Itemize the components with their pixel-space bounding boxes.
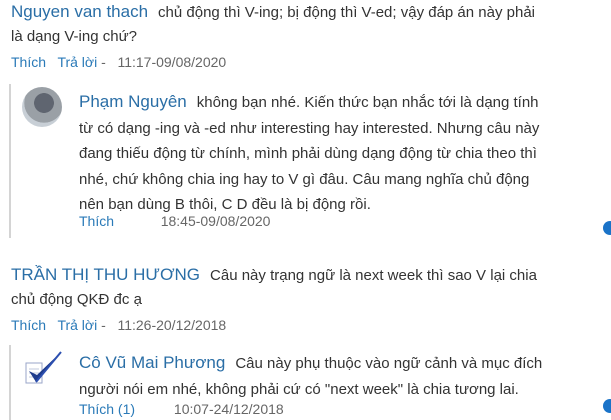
reply-button[interactable]: Trả lời [57,317,97,333]
comment-actions: Thích Trả lời - 11:17-09/08/2020 [11,54,226,70]
comment-timestamp: 11:17-09/08/2020 [117,54,227,70]
reply-text-line: không bạn nhé. Kiến thức bạn nhắc tới là… [196,94,539,111]
avatar [22,87,62,127]
reply-text-line: nhé, chứ không chia ing hay to V gì đâu.… [79,170,530,188]
reply-author[interactable]: Phạm Nguyên [79,92,187,111]
comment-text-line: Câu này trạng ngữ là next week thì sao V… [210,267,537,284]
reply-timestamp: 18:45-09/08/2020 [160,213,271,229]
reply-thread: Phạm Nguyên không bạn nhé. Kiến thức bạn … [9,84,571,238]
reply-text-line: người nói em nhé, không phải cứ có "next… [79,380,519,398]
reply-text: Phạm Nguyên không bạn nhé. Kiến thức bạn … [79,89,579,218]
checkmark-icon [23,347,67,391]
like-button[interactable]: Thích [11,54,46,70]
reply-text-line: Câu này phụ thuộc vào ngữ cảnh và mục đí… [235,355,543,372]
like-button[interactable]: Thích [79,213,114,229]
reply-button[interactable]: Trả lời [57,54,97,70]
like-button[interactable]: Thích (1) [79,401,135,417]
reply-text-line: đang thiếu động từ chính, mình phải dùng… [79,145,537,162]
reply-timestamp: 10:07-24/12/2018 [173,401,284,417]
reply-actions: Thích 18:45-09/08/2020 [79,213,270,229]
scroll-marker-icon[interactable] [603,399,611,413]
reply-author[interactable]: Cô Vũ Mai Phương [79,353,225,372]
comment-text-line: chủ động QKĐ đc ạ [11,290,142,308]
reply-text: Cô Vũ Mai Phương Câu này phụ thuộc vào ng… [79,350,579,402]
comment-author[interactable]: Nguyen van thach [11,2,148,21]
scroll-marker-icon[interactable] [603,221,611,235]
comment-text: Nguyen van thach chủ động thì V-ing; bị đ… [11,0,601,48]
comment-text: TRẦN THỊ THU HƯƠNG Câu này trạng ngữ là n… [11,263,601,311]
reply-thread: Cô Vũ Mai Phương Câu này phụ thuộc vào ng… [9,345,571,420]
comment-actions: Thích Trả lời - 11:26-20/12/2018 [11,317,226,333]
comment-timestamp: 11:26-20/12/2018 [117,317,227,333]
comment-separator: - [101,317,106,333]
reply-text-line: nên bạn dùng B thôi, C D đều là bị động … [79,196,371,213]
comment-separator: - [101,54,106,70]
reply-actions: Thích (1) 10:07-24/12/2018 [79,401,284,417]
comment-text-line: chủ động thì V-ing; bị động thì V-ed; vậ… [158,4,535,21]
comment-author[interactable]: TRẦN THỊ THU HƯƠNG [11,265,200,284]
like-button[interactable]: Thích [11,317,46,333]
reply-text-line: từ có dạng -ing và -ed như interesting h… [79,119,540,137]
comment-text-line: là dạng V-ing chứ? [11,27,137,45]
